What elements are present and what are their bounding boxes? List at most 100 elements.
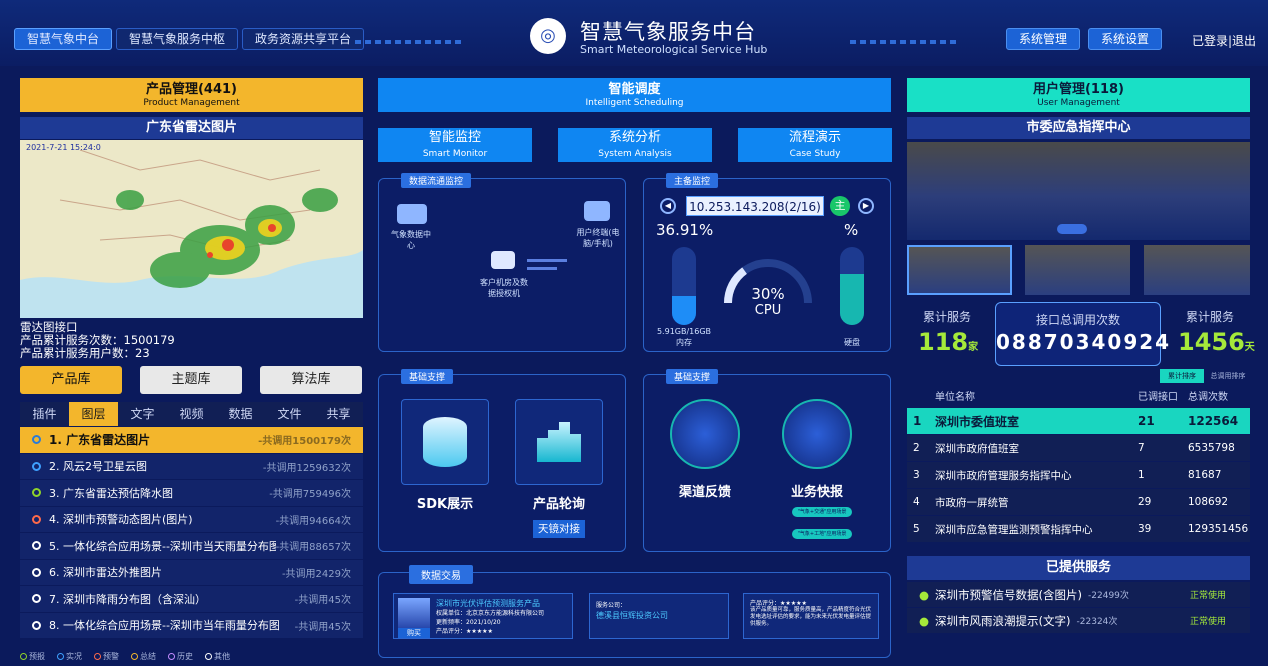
legend-dot-icon — [168, 653, 175, 660]
list-item[interactable]: 2. 风云2号卫星云图 -共调用1259632次 — [20, 453, 363, 480]
database-icon — [423, 417, 467, 467]
legend-dot-icon — [131, 653, 138, 660]
list-item[interactable]: 5. 一体化综合应用场景--深圳市当天雨量分布图 -共调用88657次 — [20, 533, 363, 560]
prev-host-icon[interactable]: ◀ — [660, 198, 676, 214]
tab-video[interactable]: 视频 — [167, 402, 216, 426]
scenario-chip-site[interactable]: "气象+工地"应用场景 — [792, 529, 852, 539]
channel-feedback-icon[interactable] — [670, 399, 740, 469]
app-title: 智慧气象服务中台 — [580, 20, 756, 44]
user-terminal-icon — [584, 201, 610, 221]
memory-label: 内存 — [676, 338, 692, 347]
host-ip-display: 10.253.143.208(2/16) — [686, 196, 824, 216]
nav-tab-service-center[interactable]: 智慧气象服务中枢 — [116, 28, 239, 50]
support-left-tag: 基础支撑 — [401, 369, 454, 384]
service-count-label: 累计服务 — [922, 310, 971, 324]
product-list: 1. 广东省雷达图片 -共调用1500179次 2. 风云2号卫星云图 -共调用12… — [20, 427, 363, 639]
service-days-label: 累计服务 — [1185, 310, 1234, 324]
interface-total-value: 08870340924 — [996, 330, 1172, 354]
video-thumbnail[interactable] — [1025, 245, 1130, 295]
weather-center-icon — [397, 204, 427, 224]
product-polling-label: 产品轮询 — [532, 497, 585, 512]
buy-button[interactable]: 购买 — [398, 628, 430, 638]
table-row[interactable]: 5 深圳市应急管理监测预警指挥中心 39 129351456 — [907, 516, 1250, 543]
bullet-icon: ● — [919, 587, 930, 602]
tab-layer[interactable]: 图层 — [69, 402, 118, 426]
cpu-label: CPU — [754, 303, 782, 318]
business-report-icon[interactable] — [782, 399, 852, 469]
tab-text[interactable]: 文字 — [118, 402, 167, 426]
service-item[interactable]: ● 深圳市风雨浪潮提示(文字) -22324次 正常使用 — [907, 608, 1250, 634]
sdk-card[interactable] — [401, 399, 489, 485]
nav-tab-weather-hub[interactable]: 智慧气象中台 — [14, 28, 113, 50]
app-subtitle: Smart Meteorological Service Hub — [580, 43, 768, 56]
cpu-percent: 30% — [751, 285, 785, 303]
tianjing-button[interactable]: 天镜对接 — [533, 520, 585, 538]
case-study-button[interactable]: 流程演示 Case Study — [738, 128, 892, 162]
nav-tab-resource-sharing[interactable]: 政务资源共享平台 — [242, 28, 365, 50]
list-item[interactable]: 3. 广东省雷达预估降水图 -共调用759496次 — [20, 480, 363, 507]
product-polling-card[interactable] — [515, 399, 603, 485]
table-row[interactable]: 1 深圳市委值班室 21 122564 — [907, 408, 1250, 435]
legend-dot-icon — [20, 653, 27, 660]
main-video-feed[interactable] — [907, 142, 1250, 240]
system-settings-button[interactable]: 系统设置 — [1088, 28, 1163, 50]
client-room-label: 客户机房及数据授权机 — [480, 278, 528, 298]
video-thumbnail[interactable] — [907, 245, 1012, 295]
product-library-button[interactable]: 产品库 — [20, 366, 122, 394]
user-management-title: 用户管理(118) — [1032, 82, 1125, 97]
sdk-label: SDK展示 — [416, 497, 474, 512]
system-analysis-button[interactable]: 系统分析 System Analysis — [558, 128, 712, 162]
legend-item: 实况 — [57, 651, 82, 662]
trade-product-card[interactable]: 购买 深圳市光伏评估预测服务产品 权属单位：北京京东方能源科技有限公司 更新频率… — [393, 593, 573, 639]
tab-share[interactable]: 共享 — [314, 402, 363, 426]
bar-chart-icon — [537, 422, 581, 462]
support-right-panel: 基础支撑 渠道反馈 业务快报 "气象+交通"应用场景 "气象+工地"应用场景 — [643, 369, 891, 552]
user-terminal-label: 用户终端(电脑/手机) — [576, 228, 620, 248]
login-logout-link[interactable]: 已登录|退出 — [1192, 32, 1256, 49]
tab-data[interactable]: 数据 — [216, 402, 265, 426]
table-row[interactable]: 4 市政府一屏统管 29 108692 — [907, 489, 1250, 516]
disk-label: 硬盘 — [844, 338, 860, 347]
intelligent-scheduling-header: 智能调度 Intelligent Scheduling — [378, 78, 891, 112]
radar-user-count: 产品累计服务用户数：23 — [20, 346, 150, 360]
theme-library-button[interactable]: 主题库 — [140, 366, 242, 394]
host-monitor-tag: 主备监控 — [666, 173, 719, 188]
scenario-chip-traffic[interactable]: "气象+交通"应用场景 — [792, 507, 852, 517]
trade-review-score: 产品评分：★★★★★ — [750, 600, 807, 607]
trade-product-score: 产品评分：★★★★★ — [436, 628, 493, 635]
list-item[interactable]: 8. 一体化综合应用场景--深圳市当年雨量分布图 -共调用45次 — [20, 612, 363, 639]
table-row[interactable]: 2 深圳市政府值班室 7 6535798 — [907, 435, 1250, 462]
trade-review-card[interactable]: 产品评分：★★★★★ 该产品质量可靠，服务质量高，产品精度符合光伏发电选址评估的… — [743, 593, 879, 639]
interface-total-label: 接口总调用次数 — [1035, 313, 1120, 327]
table-row[interactable]: 3 深圳市政府管理服务指挥中心 1 81687 — [907, 462, 1250, 489]
next-host-icon[interactable]: ▶ — [858, 198, 874, 214]
disk-fill — [840, 274, 864, 325]
sort-by-calls-tab[interactable]: 总调用排序 — [1206, 369, 1250, 383]
system-management-button[interactable]: 系统管理 — [1006, 28, 1081, 50]
service-days-value: 1456天 — [1178, 328, 1255, 356]
list-item[interactable]: 4. 深圳市预警动态图片(图片) -共调用94664次 — [20, 506, 363, 533]
trade-company-label: 服务公司： — [596, 602, 627, 609]
status-dot-icon — [32, 514, 41, 524]
list-item[interactable]: 1. 广东省雷达图片 -共调用1500179次 — [20, 427, 363, 454]
tab-file[interactable]: 文件 — [265, 402, 314, 426]
algorithm-library-button[interactable]: 算法库 — [260, 366, 362, 394]
legend-dot-icon — [205, 653, 212, 660]
sort-by-service-tab[interactable]: 累计排序 — [1160, 369, 1204, 383]
user-table: 1 深圳市委值班室 21 122564 2 深圳市政府值班室 7 6535798 3 深圳市政… — [907, 408, 1250, 543]
category-legend: 预报 实况 预警 总结 历史 其他 — [20, 651, 230, 662]
product-management-header: 产品管理(441) Product Management — [20, 78, 363, 112]
list-item[interactable]: 7. 深圳市降雨分布图（含深汕） -共调用45次 — [20, 586, 363, 613]
product-management-title-en: Product Management — [143, 98, 240, 108]
trade-company-card[interactable]: 服务公司： 德溪县恒辉投资公司 — [589, 593, 729, 639]
trade-review-text: 该产品质量可靠，服务质量高，产品精度符合光伏发电选址评估的要求，能为未来光伏发电… — [750, 607, 872, 627]
solar-panel-thumbnail — [398, 598, 430, 632]
tab-plugin[interactable]: 插件 — [20, 402, 69, 426]
service-item[interactable]: ● 深圳市预警信号数据(含图片) -22499次 正常使用 — [907, 582, 1250, 608]
smart-monitor-button[interactable]: 智能监控 Smart Monitor — [378, 128, 532, 162]
video-thumbnail[interactable] — [1144, 245, 1250, 295]
radar-map-image[interactable]: 2021-7-21 15:24:0 — [20, 140, 363, 318]
memory-cylinder — [672, 247, 696, 325]
support-right-tag: 基础支撑 — [666, 369, 719, 384]
list-item[interactable]: 6. 深圳市雷达外推图片 -共调用2429次 — [20, 559, 363, 586]
